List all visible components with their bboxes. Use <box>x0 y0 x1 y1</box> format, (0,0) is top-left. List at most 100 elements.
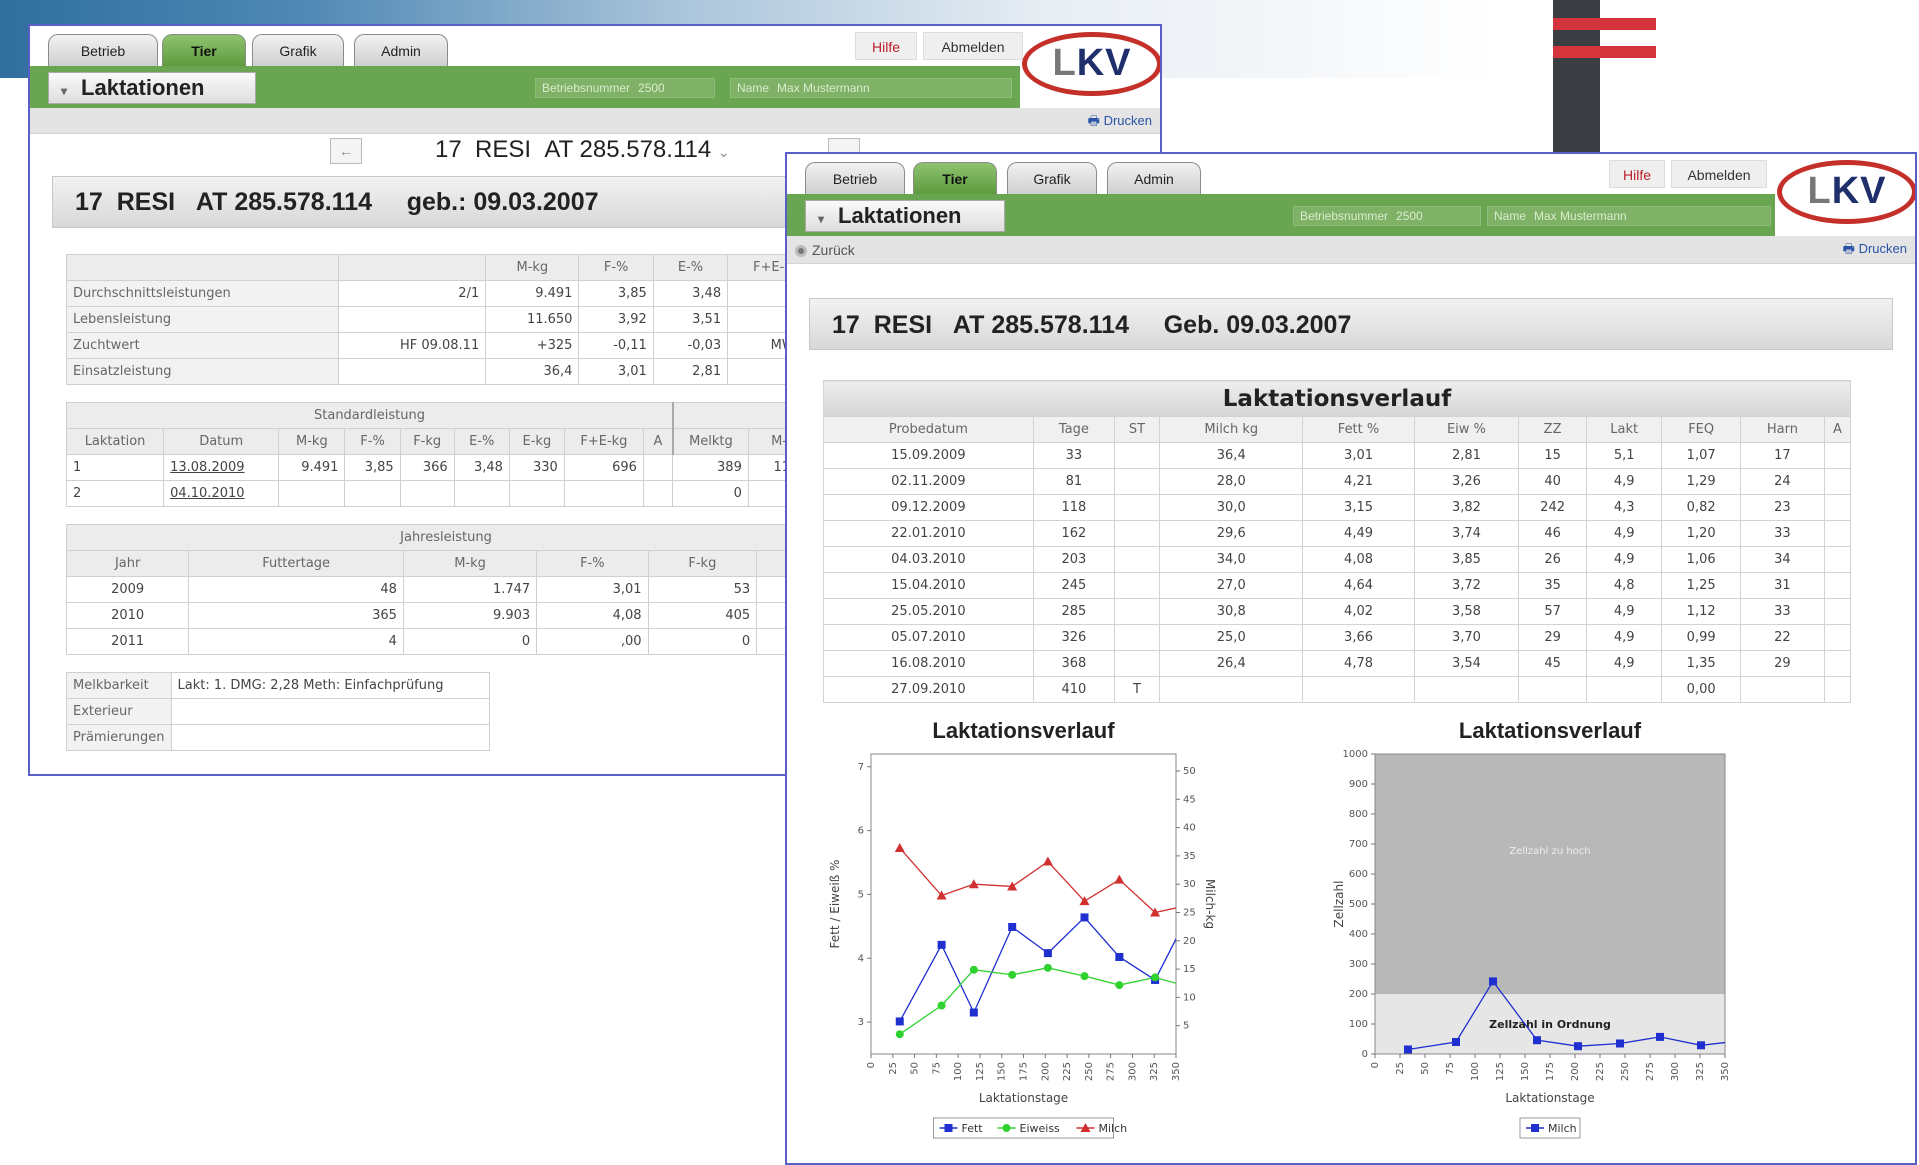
table-cell: 27,0 <box>1159 572 1304 599</box>
table-cell: 04.03.2010 <box>823 546 1034 573</box>
column-header: Harn <box>1739 416 1825 443</box>
print-button[interactable]: 🖶 Drucken <box>1088 112 1152 134</box>
prev-animal-button[interactable]: ← <box>330 138 362 164</box>
tab-admin[interactable]: Admin <box>1107 162 1201 194</box>
tab-tier[interactable]: Tier <box>913 162 997 194</box>
data-point-milch <box>1739 1037 1747 1045</box>
table-cell: 53 <box>647 576 758 603</box>
table-cell <box>1302 676 1415 703</box>
data-point-eiweiss <box>969 965 978 974</box>
table-cell: 11.650 <box>485 306 580 333</box>
table-cell: 30,0 <box>1159 494 1304 521</box>
tab-grafik[interactable]: Grafik <box>1007 162 1097 194</box>
table-cell <box>1739 676 1825 703</box>
yearly-table: Jahresleistung Jahr Futtertage M-kg F-% F-kg… <box>65 524 826 655</box>
x-tick-label: 25 <box>1395 1062 1406 1075</box>
table-row: 2011 4 0,00 0 <box>65 628 826 655</box>
tab-grafik[interactable]: Grafik <box>252 34 344 66</box>
table-row: 2009 48 1.747 3,01 53 <box>65 576 826 603</box>
table-cell: 4,21 <box>1302 468 1415 495</box>
table-row: Lebensleistung11.6503,923,51866 <box>65 306 826 333</box>
x-tick-label: 175 <box>1545 1062 1556 1081</box>
help-button[interactable]: Hilfe <box>855 32 917 60</box>
print-button[interactable]: 🖶 Drucken <box>1843 240 1907 262</box>
page-title[interactable]: ▾ Laktationen <box>48 72 256 104</box>
table-cell: 3,01 <box>1302 442 1415 469</box>
name-field[interactable]: Name Max Mustermann <box>730 78 1012 98</box>
data-point-eiweiss <box>937 1001 946 1010</box>
x-axis-label: Laktationstage <box>1505 1091 1594 1105</box>
help-button[interactable]: Hilfe <box>1609 160 1665 188</box>
table-cell: 27.09.2010 <box>823 676 1034 703</box>
table-cell: 36,4 <box>485 358 580 385</box>
y2-tick-label: 10 <box>1183 992 1196 1003</box>
animal-selector[interactable]: 17 RESI AT 285.578.114 ⌄ <box>435 136 730 164</box>
table-cell: 285 <box>1032 598 1116 625</box>
tab-betrieb[interactable]: Betrieb <box>48 34 158 66</box>
table-cell: -0,03 <box>652 332 729 359</box>
table-cell <box>1113 546 1161 573</box>
logout-button[interactable]: Abmelden <box>923 32 1023 60</box>
legend-label: Milch <box>1548 1122 1577 1135</box>
table-cell <box>399 480 455 507</box>
table-cell <box>344 480 401 507</box>
data-point-milch <box>1489 977 1497 986</box>
table-cell <box>1823 624 1852 651</box>
page-title[interactable]: ▾ Laktationen <box>805 200 1005 232</box>
table-row: Durchschnittsleistungen2/19.4913,853,486… <box>65 280 826 307</box>
table-cell: 4,78 <box>1302 650 1415 677</box>
y-tick-label: 900 <box>1349 779 1368 790</box>
table-cell: 17 <box>1739 442 1825 469</box>
table-cell: 4,02 <box>1302 598 1415 625</box>
lkv-logo: LKV <box>1022 32 1160 96</box>
column-header: A <box>1823 416 1852 443</box>
date-link[interactable]: 04.10.2010 <box>163 480 280 507</box>
table-row: 204.10.201000 <box>65 480 827 507</box>
table-cell: 696 <box>563 454 644 481</box>
table-cell: 3,85 <box>1413 546 1520 573</box>
table-cell: 15.04.2010 <box>823 572 1034 599</box>
tab-admin[interactable]: Admin <box>354 34 448 66</box>
table-cell: 34,0 <box>1159 546 1304 573</box>
logout-button[interactable]: Abmelden <box>1671 160 1767 188</box>
sub-toolbar: 🖶 Drucken <box>30 108 1160 134</box>
flag-stripe-top <box>1553 18 1656 30</box>
table-cell <box>1159 676 1304 703</box>
column-header: F-kg <box>647 550 758 577</box>
table-cell: 33 <box>1739 598 1825 625</box>
betrieb-field[interactable]: Betriebsnummer 2500 <box>535 78 715 98</box>
name-field[interactable]: Name Max Mustermann <box>1487 206 1771 226</box>
column-header: Probedatum <box>823 416 1034 443</box>
x-tick-label: 300 <box>1670 1062 1681 1081</box>
back-button[interactable]: Zurück <box>795 242 855 258</box>
data-point-milch <box>1616 1039 1624 1048</box>
table-cell: 365 <box>188 602 404 629</box>
table-cell: 2,81 <box>652 358 729 385</box>
tab-tier[interactable]: Tier <box>162 34 246 66</box>
table-cell: 16.08.2010 <box>823 650 1034 677</box>
table-cell: 3,01 <box>578 358 654 385</box>
x-tick-label: 125 <box>975 1062 986 1081</box>
table-cell: 46 <box>1518 520 1587 547</box>
x-tick-label: 275 <box>1106 1062 1117 1081</box>
table-cell: 3,51 <box>652 306 729 333</box>
column-header: Milch kg <box>1159 416 1304 443</box>
table-cell: 26,4 <box>1159 650 1304 677</box>
y-tick-label: 200 <box>1349 989 1368 1000</box>
x-tick-label: 50 <box>910 1062 921 1075</box>
legend-label: Fett <box>962 1122 984 1135</box>
table-cell: 4,9 <box>1585 546 1663 573</box>
tab-betrieb[interactable]: Betrieb <box>805 162 905 194</box>
data-point-fett <box>937 940 946 949</box>
data-point-milch <box>1574 1042 1582 1051</box>
table-cell: 25,0 <box>1159 624 1304 651</box>
table-cell <box>1823 520 1852 547</box>
x-tick-label: 100 <box>953 1062 964 1081</box>
betrieb-field[interactable]: Betriebsnummer 2500 <box>1293 206 1481 226</box>
table-cell: 4,9 <box>1585 598 1663 625</box>
table-row: 15.04.2010 245 27,0 4,64 3,72 35 4,8 1,25 31 <box>823 572 1852 599</box>
date-link[interactable]: 13.08.2009 <box>163 454 280 481</box>
table-cell: T <box>1113 676 1161 703</box>
y2-tick-label: 5 <box>1183 1021 1189 1032</box>
table-cell: 25.05.2010 <box>823 598 1034 625</box>
